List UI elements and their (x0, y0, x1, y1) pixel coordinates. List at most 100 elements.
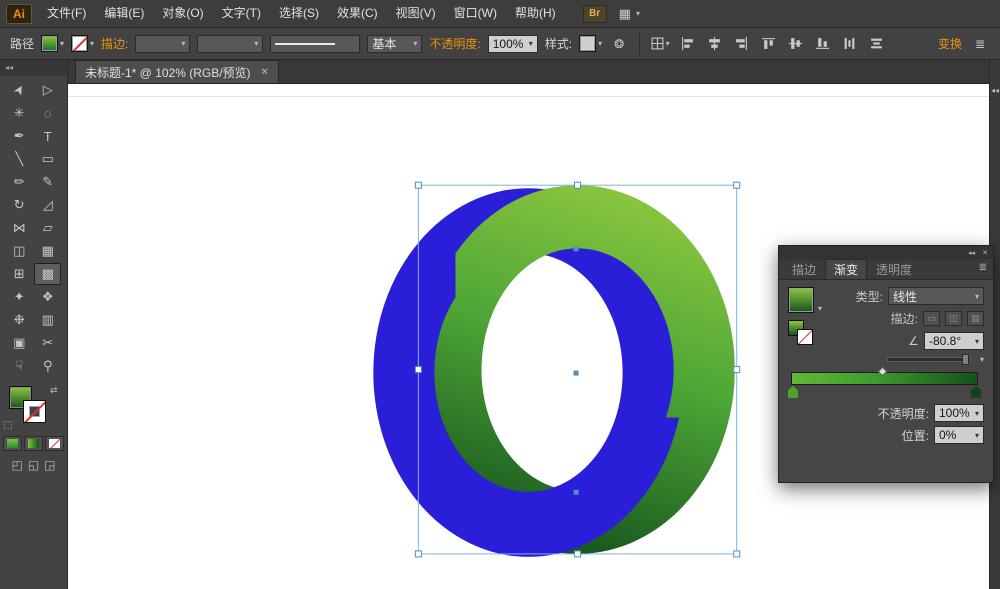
gradient-type-select[interactable]: 线性▾ (888, 287, 984, 305)
gradient-stop-start[interactable] (788, 386, 798, 398)
none-mode-button[interactable] (45, 436, 64, 451)
panel-collapse-icon[interactable]: ◂◂ (968, 249, 975, 257)
menu-object[interactable]: 对象(O) (153, 0, 212, 27)
menu-select[interactable]: 选择(S) (270, 0, 328, 27)
gradient-stroke-proxy[interactable] (797, 329, 813, 345)
selection-handle[interactable] (575, 182, 581, 188)
tool-pen[interactable]: ✒ (6, 125, 33, 147)
selection-handle[interactable] (415, 182, 421, 188)
graphic-style-control[interactable]: ▾ (579, 35, 602, 52)
tool-rectangle[interactable]: ▭ (34, 148, 61, 170)
gradient-midpoint-handle[interactable] (877, 367, 887, 377)
stop-location-select[interactable]: 0%▾ (934, 426, 984, 444)
tool-zoom[interactable]: ⚲ (34, 355, 61, 377)
workspace-switcher[interactable]: ▦ ▾ (619, 6, 640, 22)
tool-slice[interactable]: ✂ (34, 332, 61, 354)
recolor-artwork-icon[interactable]: ❂ (609, 34, 629, 54)
tool-width[interactable]: ⋈ (6, 217, 33, 239)
panel-tab-gradient[interactable]: 渐变 (825, 259, 867, 279)
tool-scale[interactable]: ◿ (34, 194, 61, 216)
draw-behind-icon[interactable]: ◱ (28, 458, 39, 472)
dock-expand-icon[interactable]: ◂◂ (991, 86, 999, 95)
distribute-horizontal-button[interactable] (839, 34, 859, 54)
stroke-weight-select[interactable]: ▾ (135, 35, 190, 53)
screen-mode-icon[interactable]: ◲ (44, 458, 55, 472)
tool-mesh[interactable]: ⊞ (6, 263, 33, 285)
align-top-button[interactable] (758, 34, 778, 54)
menu-window[interactable]: 窗口(W) (445, 0, 506, 27)
tool-hand[interactable]: ☟ (6, 355, 33, 377)
tool-column-graph[interactable]: ▥ (34, 309, 61, 331)
panel-menu-icon[interactable]: ≣ (979, 262, 993, 273)
default-fill-stroke-icon[interactable]: ⬚ (3, 420, 12, 431)
selection-handle[interactable] (575, 551, 581, 557)
gradient-fill-swatch[interactable] (788, 287, 814, 313)
gradient-angle-input[interactable]: -80.8°▾ (924, 332, 984, 350)
selection-handle[interactable] (415, 367, 421, 373)
menu-type[interactable]: 文字(T) (213, 0, 270, 27)
tool-blend[interactable]: ❖ (34, 286, 61, 308)
brush-definition-select[interactable]: 基本▾ (367, 35, 422, 53)
tool-type[interactable]: T (34, 125, 61, 147)
align-left-button[interactable] (677, 34, 697, 54)
anchor-point[interactable] (574, 371, 579, 376)
stop-opacity-select[interactable]: 100%▾ (934, 404, 984, 422)
anchor-point[interactable] (574, 490, 579, 495)
transform-panel-link[interactable]: 变换 (938, 35, 962, 52)
stroke-proxy-swatch[interactable] (23, 400, 46, 423)
tool-direct-selection[interactable]: ▷ (34, 79, 61, 101)
style-swatch[interactable] (579, 35, 596, 52)
anchor-point[interactable] (574, 246, 579, 251)
selection-handle[interactable] (734, 367, 740, 373)
tool-line-segment[interactable]: ╲ (6, 148, 33, 170)
gradient-slider-bar[interactable] (791, 372, 978, 385)
slider-thumb[interactable] (962, 354, 969, 365)
swap-fill-stroke-icon[interactable]: ⇄ (50, 385, 58, 396)
tools-collapse-icon[interactable]: ◂◂ (0, 60, 67, 76)
tool-free-transform[interactable]: ▱ (34, 217, 61, 239)
document-tab[interactable]: 未标题-1* @ 102% (RGB/预览) ✕ (75, 60, 279, 83)
stroke-across-button[interactable]: ▥ (967, 311, 984, 326)
tool-rotate[interactable]: ↻ (6, 194, 33, 216)
align-center-button[interactable] (704, 34, 724, 54)
bridge-icon[interactable]: Br (583, 5, 607, 23)
tool-paintbrush[interactable]: ✏ (6, 171, 33, 193)
align-right-button[interactable] (731, 34, 751, 54)
tool-gradient[interactable]: ▩ (34, 263, 61, 285)
close-icon[interactable]: ✕ (261, 67, 269, 78)
panel-tab-transparency[interactable]: 透明度 (867, 259, 921, 279)
stroke-within-button[interactable]: ▭ (923, 311, 940, 326)
gradient-stop-end[interactable] (971, 386, 981, 398)
panel-tab-stroke[interactable]: 描边 (783, 259, 825, 279)
width-profile-select[interactable]: ▾ (197, 35, 263, 53)
distribute-vertical-button[interactable] (866, 34, 886, 54)
brush-stroke-select[interactable] (270, 35, 360, 53)
stop-opacity-slider[interactable] (887, 357, 971, 362)
tool-pencil[interactable]: ✎ (34, 171, 61, 193)
align-middle-button[interactable] (785, 34, 805, 54)
tool-perspective-grid[interactable]: ▦ (34, 240, 61, 262)
stroke-panel-link[interactable]: 描边: (101, 35, 128, 52)
selection-handle[interactable] (415, 551, 421, 557)
opacity-panel-link[interactable]: 不透明度: (429, 35, 480, 52)
color-mode-button[interactable] (3, 436, 22, 451)
gradient-mode-button[interactable] (24, 436, 43, 451)
stroke-along-button[interactable]: ◫ (945, 311, 962, 326)
opacity-select[interactable]: 100%▾ (488, 35, 538, 53)
tool-shape-builder[interactable]: ◫ (6, 240, 33, 262)
menu-edit[interactable]: 编辑(E) (95, 0, 153, 27)
panel-close-icon[interactable]: ✕ (982, 249, 988, 257)
align-bottom-button[interactable] (812, 34, 832, 54)
selection-handle[interactable] (734, 551, 740, 557)
fill-swatch[interactable] (41, 35, 58, 52)
tool-eyedropper[interactable]: ✦ (6, 286, 33, 308)
fill-color-control[interactable]: ▾ (41, 35, 64, 52)
chevron-down-icon[interactable]: ▾ (818, 304, 822, 313)
menu-help[interactable]: 帮助(H) (506, 0, 565, 27)
panel-menu-icon[interactable]: ≣ (970, 34, 990, 54)
arrange-documents-icon[interactable]: ▾ (650, 34, 670, 54)
draw-normal-icon[interactable]: ◰ (11, 458, 22, 472)
tool-symbol-sprayer[interactable]: ❉ (6, 309, 33, 331)
menu-view[interactable]: 视图(V) (387, 0, 445, 27)
stroke-color-control[interactable]: ▾ (71, 35, 94, 52)
